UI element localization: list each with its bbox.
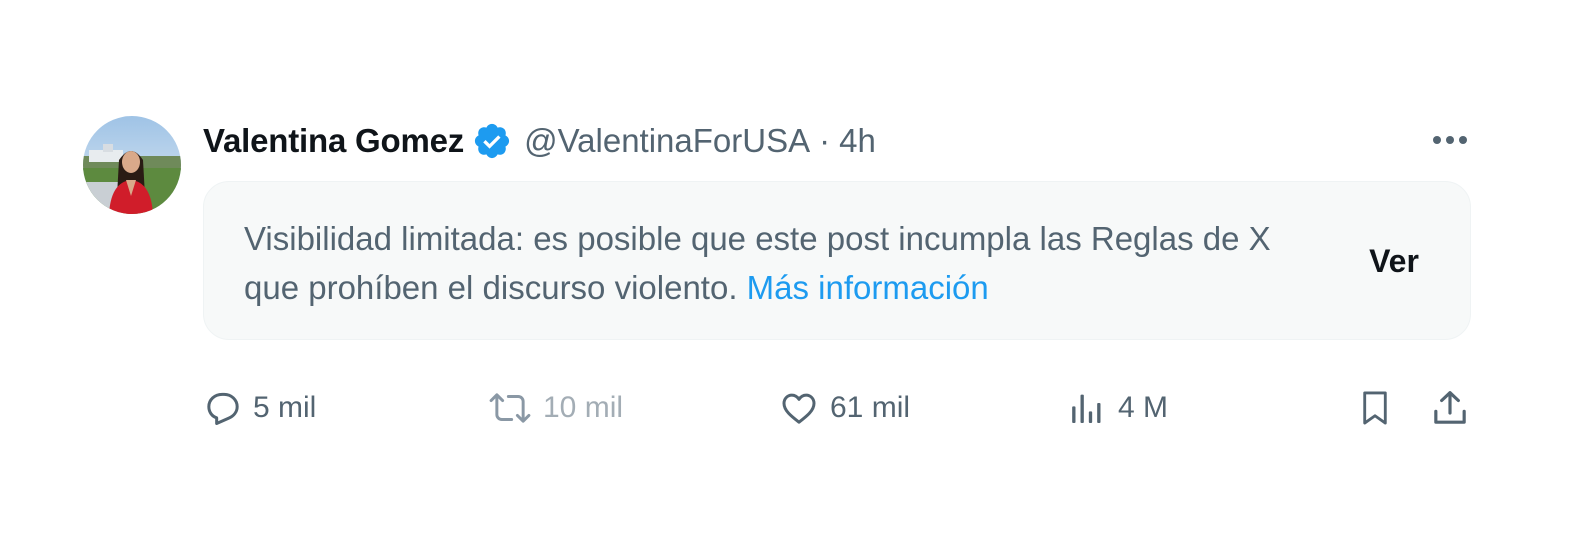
avatar-photo <box>83 116 181 214</box>
more-dots-icon <box>1433 136 1467 144</box>
share-button[interactable] <box>1428 385 1472 431</box>
repost-count: 10 mil <box>543 391 624 424</box>
views-button[interactable]: 4 M <box>1068 385 1168 431</box>
more-options-button[interactable] <box>1428 122 1472 158</box>
notice-text: Visibilidad limitada: es posible que est… <box>244 214 1334 312</box>
limited-visibility-notice: Visibilidad limitada: es posible que est… <box>203 181 1471 340</box>
timestamp[interactable]: 4h <box>839 122 876 160</box>
repost-button[interactable]: 10 mil <box>487 385 623 431</box>
bookmark-button[interactable] <box>1353 385 1397 431</box>
author-handle[interactable]: @ValentinaForUSA <box>524 122 810 160</box>
views-chart-icon <box>1068 388 1108 428</box>
avatar[interactable] <box>83 116 181 214</box>
like-count: 61 mil <box>830 391 911 424</box>
like-button[interactable]: 61 mil <box>778 385 910 431</box>
views-count: 4 M <box>1118 391 1169 424</box>
heart-icon <box>778 388 820 428</box>
reply-button[interactable]: 5 mil <box>203 385 316 431</box>
tweet-header: Valentina Gomez @ValentinaForUSA · 4h <box>203 118 876 164</box>
author-display-name[interactable]: Valentina Gomez <box>203 122 464 160</box>
reply-count: 5 mil <box>253 391 317 424</box>
verified-badge-icon[interactable] <box>472 121 512 161</box>
repost-icon <box>487 388 533 428</box>
separator-dot: · <box>819 122 831 159</box>
share-icon <box>1434 391 1466 424</box>
reply-icon <box>203 388 243 428</box>
bookmark-icon <box>1363 391 1387 425</box>
learn-more-link[interactable]: Más información <box>747 269 989 306</box>
view-button[interactable]: Ver <box>1354 238 1434 284</box>
